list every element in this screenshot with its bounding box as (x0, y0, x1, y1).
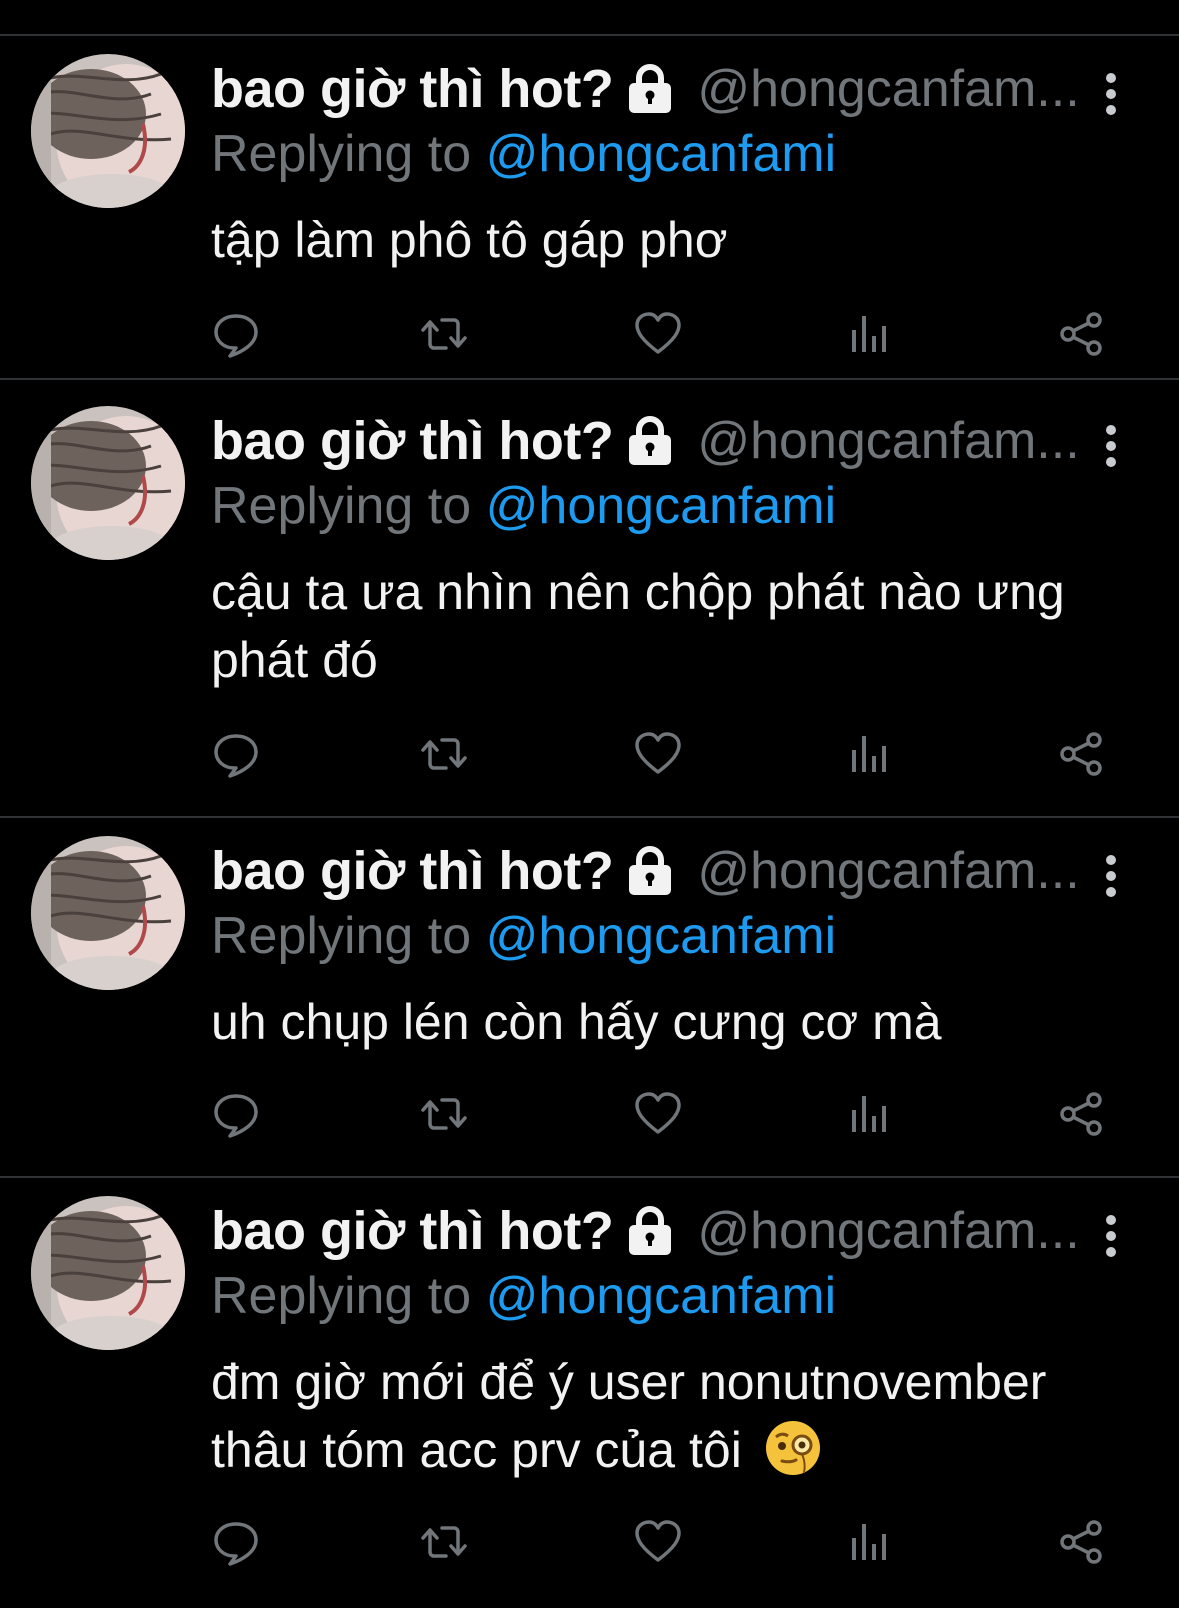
replying-to: Replying to @hongcanfami (211, 1266, 836, 1326)
retweet-button[interactable] (418, 1088, 470, 1140)
bar-chart-icon (842, 1088, 894, 1140)
tweet[interactable]: bao giờ thì hot? @hongcanfam... Replying… (0, 36, 1179, 380)
tweet-header: bao giờ thì hot? @hongcanfam... (211, 406, 1111, 476)
like-button[interactable] (632, 308, 684, 360)
retweet-button[interactable] (418, 728, 470, 780)
lock-icon (625, 845, 675, 897)
more-options-icon[interactable] (1103, 1214, 1119, 1258)
share-icon (1056, 728, 1108, 780)
tweet[interactable]: bao giờ thì hot? @hongcanfam... Replying… (0, 818, 1179, 1178)
avatar[interactable] (31, 836, 185, 990)
display-name[interactable]: bao giờ thì hot? (211, 410, 614, 472)
share-icon (1056, 1516, 1108, 1568)
retweet-icon (418, 1088, 470, 1140)
reply-mention-link[interactable]: @hongcanfami (486, 907, 837, 965)
tweet[interactable]: bao giờ thì hot? @hongcanfam... Replying… (0, 388, 1179, 818)
heart-icon (632, 308, 684, 360)
replying-to: Replying to @hongcanfami (211, 124, 836, 184)
like-button[interactable] (632, 1516, 684, 1568)
action-bar (0, 728, 1179, 780)
reply-mention-link[interactable]: @hongcanfami (486, 125, 837, 183)
share-button[interactable] (1056, 1516, 1108, 1568)
more-options-icon[interactable] (1103, 72, 1119, 116)
reply-icon (210, 308, 262, 360)
action-bar (0, 1516, 1179, 1568)
user-handle[interactable]: @hongcanfam... (697, 59, 1079, 119)
tweet[interactable]: bao giờ thì hot? @hongcanfam... Replying… (0, 1178, 1179, 1608)
more-options-icon[interactable] (1103, 424, 1119, 468)
bar-chart-icon (842, 1516, 894, 1568)
avatar[interactable] (31, 406, 185, 560)
like-button[interactable] (632, 1088, 684, 1140)
reply-button[interactable] (210, 1088, 262, 1140)
face-with-monocle-emoji (764, 1419, 822, 1477)
tweet-text-content: đm giờ mới để ý user nonutnovember thâu … (211, 1354, 1047, 1478)
more-options-icon[interactable] (1103, 854, 1119, 898)
share-button[interactable] (1056, 308, 1108, 360)
heart-icon (632, 728, 684, 780)
tweet-text: uh chụp lén còn hấy cưng cơ mà (211, 994, 942, 1050)
reply-mention-link[interactable]: @hongcanfami (486, 1267, 837, 1325)
display-name[interactable]: bao giờ thì hot? (211, 840, 614, 902)
retweet-icon (418, 728, 470, 780)
tweet-header: bao giờ thì hot? @hongcanfam... (211, 54, 1111, 124)
replying-to-label: Replying to (211, 1267, 472, 1325)
reply-mention-link[interactable]: @hongcanfami (486, 477, 837, 535)
replying-to: Replying to @hongcanfami (211, 476, 836, 536)
bar-chart-icon (842, 308, 894, 360)
reply-icon (210, 1088, 262, 1140)
tweet-text: đm giờ mới để ý user nonutnovember thâu … (211, 1348, 1141, 1484)
user-handle[interactable]: @hongcanfam... (697, 1201, 1079, 1261)
user-handle[interactable]: @hongcanfam... (697, 841, 1079, 901)
avatar[interactable] (31, 54, 185, 208)
tweet-header: bao giờ thì hot? @hongcanfam... (211, 1196, 1111, 1266)
reply-button[interactable] (210, 1516, 262, 1568)
replying-to: Replying to @hongcanfami (211, 906, 836, 966)
views-button[interactable] (842, 308, 894, 360)
bar-chart-icon (842, 728, 894, 780)
display-name[interactable]: bao giờ thì hot? (211, 1200, 614, 1262)
action-bar (0, 308, 1179, 360)
reply-icon (210, 1516, 262, 1568)
replying-to-label: Replying to (211, 907, 472, 965)
heart-icon (632, 1516, 684, 1568)
reply-icon (210, 728, 262, 780)
heart-icon (632, 1088, 684, 1140)
replying-to-label: Replying to (211, 477, 472, 535)
views-button[interactable] (842, 1088, 894, 1140)
reply-button[interactable] (210, 728, 262, 780)
like-button[interactable] (632, 728, 684, 780)
views-button[interactable] (842, 728, 894, 780)
replying-to-label: Replying to (211, 125, 472, 183)
retweet-icon (418, 1516, 470, 1568)
action-bar (0, 1088, 1179, 1140)
user-handle[interactable]: @hongcanfam... (697, 411, 1079, 471)
retweet-icon (418, 308, 470, 360)
tweet-text: tập làm phô tô gáp phơ (211, 212, 728, 268)
retweet-button[interactable] (418, 1516, 470, 1568)
tweet-text: cậu ta ưa nhìn nên chộp phát nào ưng phá… (211, 564, 1065, 688)
share-button[interactable] (1056, 728, 1108, 780)
share-icon (1056, 308, 1108, 360)
reply-button[interactable] (210, 308, 262, 360)
display-name[interactable]: bao giờ thì hot? (211, 58, 614, 120)
lock-icon (625, 63, 675, 115)
share-icon (1056, 1088, 1108, 1140)
retweet-button[interactable] (418, 308, 470, 360)
avatar[interactable] (31, 1196, 185, 1350)
share-button[interactable] (1056, 1088, 1108, 1140)
lock-icon (625, 415, 675, 467)
lock-icon (625, 1205, 675, 1257)
tweet-header: bao giờ thì hot? @hongcanfam... (211, 836, 1111, 906)
views-button[interactable] (842, 1516, 894, 1568)
